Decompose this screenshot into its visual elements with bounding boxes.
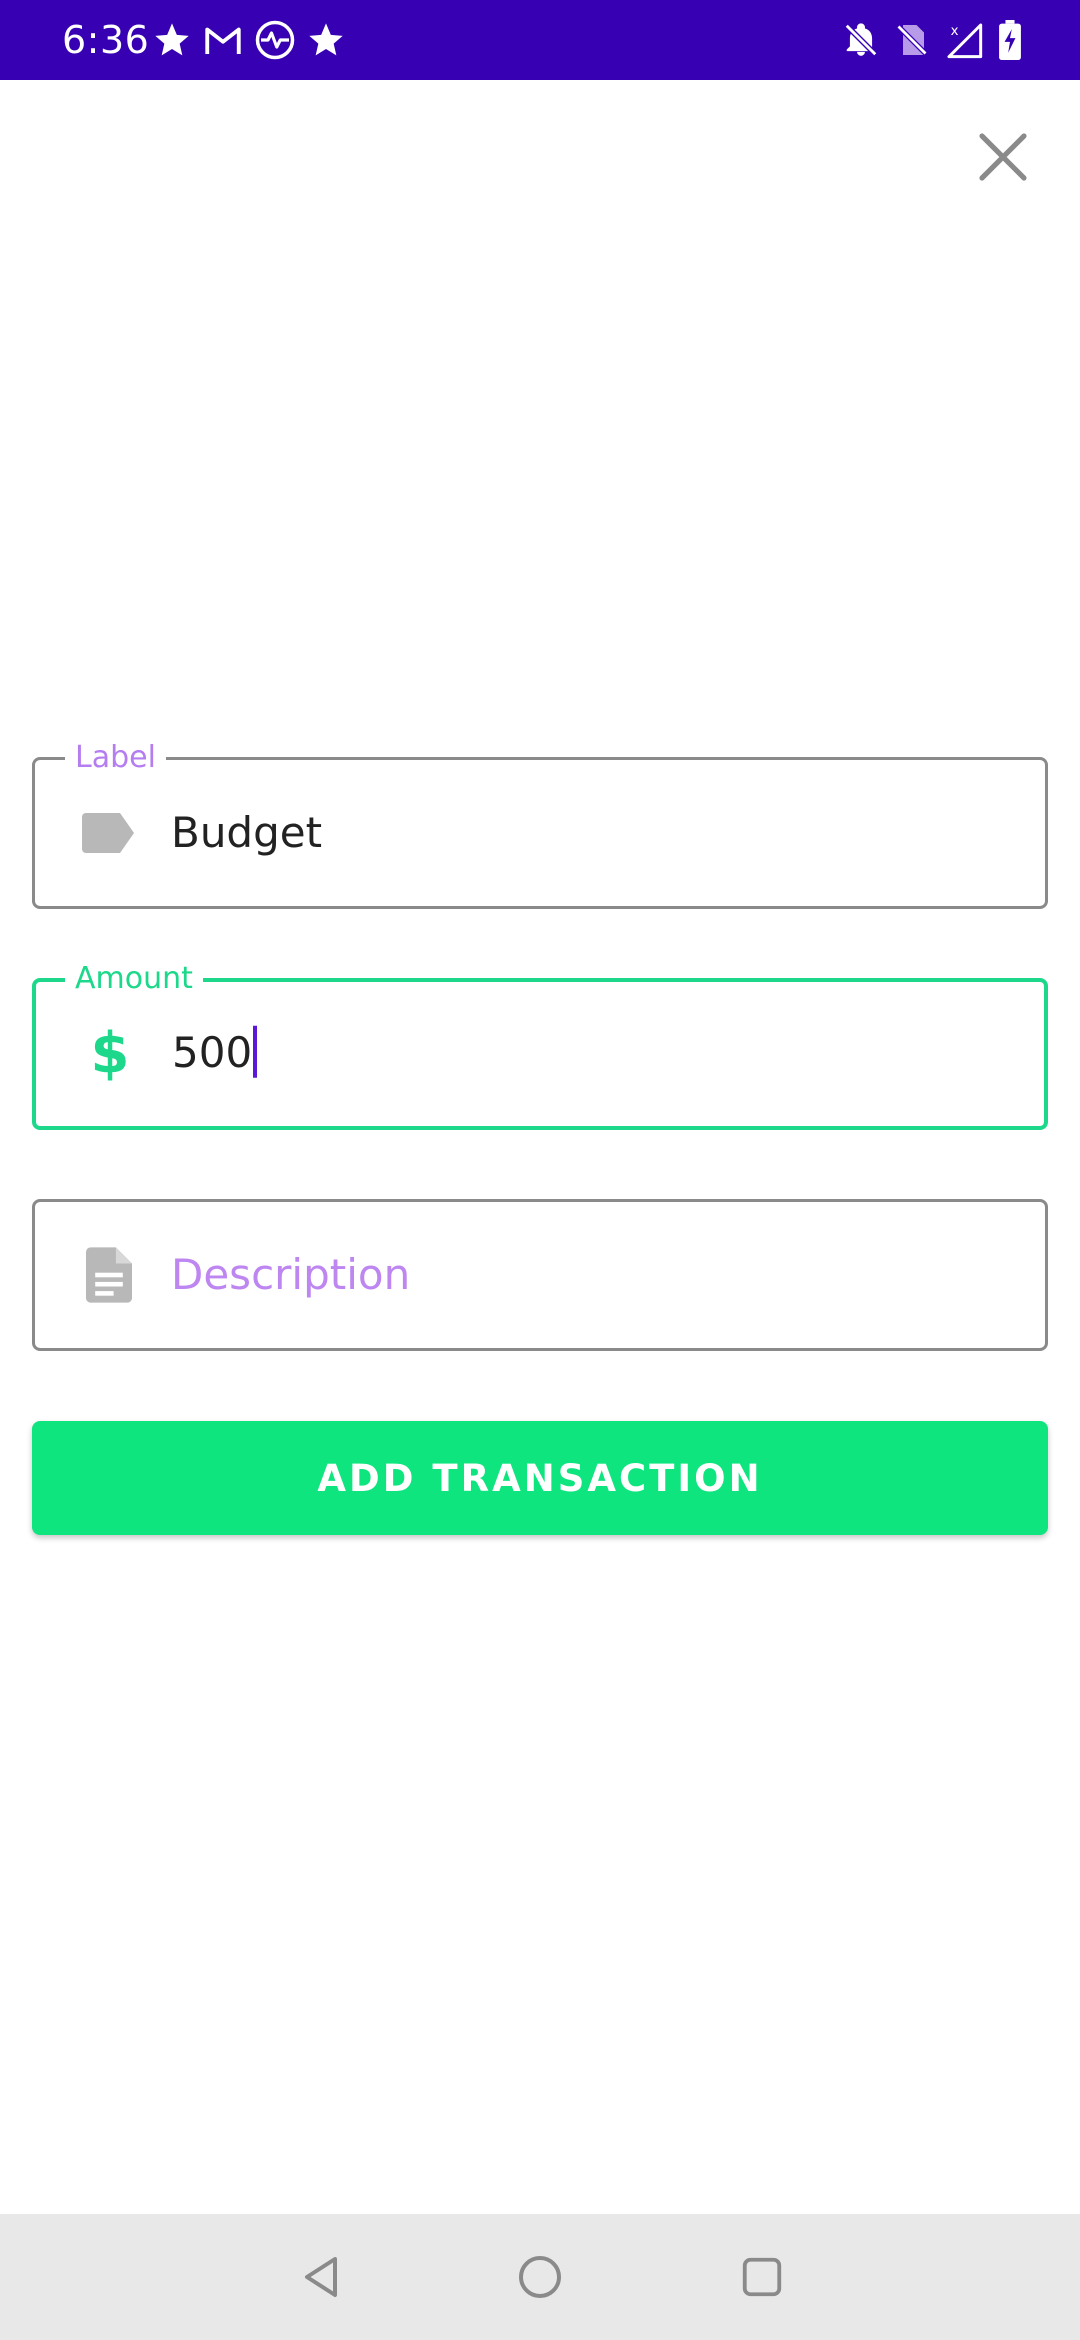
star-icon xyxy=(152,20,192,60)
svg-text:x: x xyxy=(951,24,959,39)
activity-icon xyxy=(254,19,296,61)
signal-icon: x xyxy=(944,20,984,60)
description-field[interactable]: Description xyxy=(32,1199,1048,1351)
description-input-placeholder: Description xyxy=(171,1250,411,1299)
navigation-bar xyxy=(0,2214,1080,2340)
text-cursor xyxy=(253,1025,258,1078)
star-icon xyxy=(306,20,346,60)
system-icons: x xyxy=(842,18,1022,62)
recents-button[interactable] xyxy=(729,2244,795,2310)
amount-value: 500 xyxy=(172,1027,253,1077)
back-icon xyxy=(305,2257,337,2297)
battery-charging-icon xyxy=(998,20,1022,60)
add-transaction-screen: 6:36 x Label Budget Amount $ 500 Descrip… xyxy=(0,0,1080,2340)
add-transaction-button[interactable]: ADD TRANSACTION xyxy=(32,1421,1048,1535)
bell-off-icon xyxy=(842,21,880,59)
label-field[interactable]: Label Budget xyxy=(32,740,1048,909)
amount-field[interactable]: Amount $ 500 xyxy=(32,961,1048,1130)
document-icon xyxy=(79,1245,139,1305)
amount-field-label: Amount xyxy=(65,961,203,997)
close-button[interactable] xyxy=(966,120,1040,194)
label-field-label: Label xyxy=(65,740,166,776)
no-sim-icon xyxy=(894,21,930,59)
home-button[interactable] xyxy=(507,2244,573,2310)
status-bar: 6:36 x xyxy=(0,0,1080,80)
gmail-icon xyxy=(202,20,244,60)
back-button[interactable] xyxy=(288,2244,354,2310)
notification-icons xyxy=(152,18,346,62)
close-icon xyxy=(979,133,1027,181)
amount-field-input: 500 xyxy=(172,1025,258,1082)
home-icon xyxy=(519,2256,561,2298)
status-time: 6:36 xyxy=(62,18,150,62)
recents-icon xyxy=(742,2257,782,2297)
tag-icon xyxy=(79,803,139,863)
label-field-input: Budget xyxy=(171,808,323,857)
dollar-icon: $ xyxy=(90,1021,130,1086)
